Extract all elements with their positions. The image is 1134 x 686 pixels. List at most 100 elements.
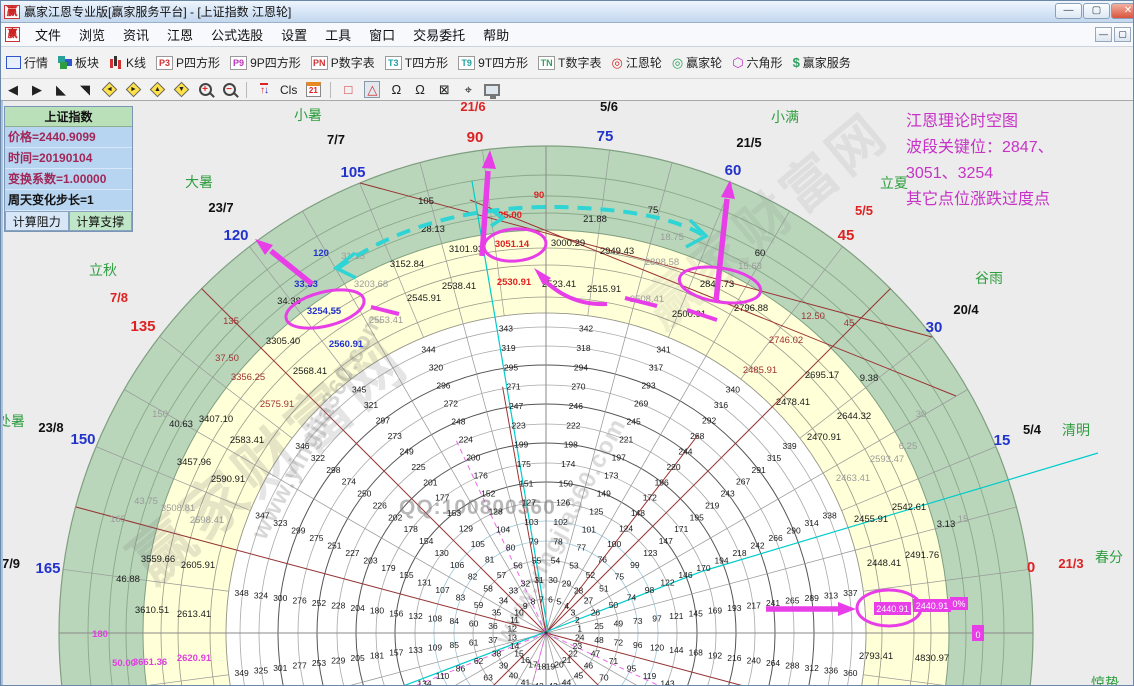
draw-tool-rect-tool[interactable]: □ xyxy=(340,81,356,98)
draw-tool-move-right[interactable]: ► xyxy=(125,81,141,98)
toolbar-button-p-table[interactable]: PNP数字表 xyxy=(311,54,375,71)
svg-text:196: 196 xyxy=(655,477,669,487)
calc-resistance-button[interactable]: 计算阻力 xyxy=(5,211,69,231)
svg-text:251: 251 xyxy=(327,540,341,550)
menu-item-工具[interactable]: 工具 xyxy=(316,23,360,46)
mdi-button-1[interactable]: ▢ xyxy=(1114,27,1131,42)
svg-text:77: 77 xyxy=(577,543,587,553)
svg-text:360: 360 xyxy=(843,668,857,678)
toolbar-button-quotes[interactable]: 行情 xyxy=(6,54,48,71)
toolbar-button-gann-wheel[interactable]: ◎江恩轮 xyxy=(611,54,661,71)
svg-text:143: 143 xyxy=(660,678,674,686)
svg-text:7/7: 7/7 xyxy=(327,132,345,147)
draw-tool-step-up[interactable]: ◣ xyxy=(53,81,69,98)
svg-text:3559.66: 3559.66 xyxy=(141,554,175,565)
svg-text:2620.91: 2620.91 xyxy=(177,653,212,664)
toolbar-button-winner-service[interactable]: $赢家服务 xyxy=(793,54,851,71)
draw-tool-page-left[interactable]: ◀ xyxy=(5,81,21,98)
svg-text:小暑: 小暑 xyxy=(294,107,322,123)
svg-text:21/6: 21/6 xyxy=(460,101,485,114)
maximize-button[interactable]: ▢ xyxy=(1083,3,1110,19)
draw-tool-cls[interactable]: Cls xyxy=(280,81,297,98)
toolbar-button-t-square[interactable]: T3T四方形 xyxy=(385,54,448,71)
sectors-label: 板块 xyxy=(75,54,99,71)
draw-tool-move-up[interactable]: ▲ xyxy=(149,81,165,98)
menu-item-交易委托[interactable]: 交易委托 xyxy=(404,23,474,46)
mdi-button-0[interactable]: — xyxy=(1095,27,1112,42)
draw-tool-center-tool[interactable]: ⌖ xyxy=(460,81,476,98)
menu-item-文件[interactable]: 文件 xyxy=(26,23,70,46)
toolbar-button-sectors[interactable]: 板块 xyxy=(58,54,99,71)
menu-item-浏览[interactable]: 浏览 xyxy=(70,23,114,46)
svg-text:2593.47: 2593.47 xyxy=(870,454,904,465)
draw-tool-page-right[interactable]: ▶ xyxy=(29,81,45,98)
svg-text:62: 62 xyxy=(474,656,484,666)
svg-text:0: 0 xyxy=(975,630,980,640)
svg-text:106: 106 xyxy=(450,560,464,570)
svg-text:337: 337 xyxy=(843,588,857,598)
gann-wheel-chart-area[interactable]: 赢家财富网赢家财富网www.yingjia360.comwww.yingjia3… xyxy=(1,101,1134,686)
svg-text:246: 246 xyxy=(569,401,583,411)
svg-text:2583.41: 2583.41 xyxy=(230,435,264,446)
svg-text:202: 202 xyxy=(388,512,402,522)
toolbar-button-kline[interactable]: K线 xyxy=(109,54,146,71)
gann-wheel-icon: ◎ xyxy=(611,56,622,70)
gann-theory-annotation: 江恩理论时空图 波段关键位：2847、 3051、3254 其它点位涨跌过度点 xyxy=(906,109,1131,213)
close-button[interactable]: ✕ xyxy=(1111,3,1134,19)
svg-text:5/5: 5/5 xyxy=(855,203,873,218)
menu-item-帮助[interactable]: 帮助 xyxy=(474,23,518,46)
draw-tool-move-left[interactable]: ◄ xyxy=(101,81,117,98)
toolbar-button-hexagon[interactable]: ⬡六角形 xyxy=(732,54,782,71)
svg-text:266: 266 xyxy=(768,533,782,543)
svg-text:156: 156 xyxy=(389,608,403,618)
svg-text:170: 170 xyxy=(696,563,710,573)
draw-tool-calendar[interactable]: 21 xyxy=(305,81,321,98)
draw-tool-zoom-in[interactable]: + xyxy=(197,81,213,98)
draw-tool-zoom-out[interactable]: − xyxy=(221,81,237,98)
toolbar-button-9p-square[interactable]: P99P四方形 xyxy=(230,54,301,71)
calc-support-button[interactable]: 计算支撑 xyxy=(69,211,133,231)
toolbar-button-9t-square[interactable]: T99T四方形 xyxy=(458,54,528,71)
svg-text:3.13: 3.13 xyxy=(937,519,956,530)
draw-tool-rotate-ccw[interactable]: Ω xyxy=(388,81,404,98)
svg-text:6.25: 6.25 xyxy=(899,441,918,452)
draw-tool-step-down[interactable]: ◥ xyxy=(77,81,93,98)
svg-text:53: 53 xyxy=(569,561,579,571)
draw-tool-triangle-tool[interactable]: △ xyxy=(364,81,380,98)
toolbar-button-p-square[interactable]: P3P四方形 xyxy=(156,54,220,71)
menu-item-设置[interactable]: 设置 xyxy=(272,23,316,46)
menu-item-窗口[interactable]: 窗口 xyxy=(360,23,404,46)
svg-text:38: 38 xyxy=(492,648,502,658)
svg-text:322: 322 xyxy=(311,453,325,463)
svg-text:181: 181 xyxy=(370,650,384,660)
svg-text:惊蛰: 惊蛰 xyxy=(1091,675,1119,686)
menu-item-公式选股[interactable]: 公式选股 xyxy=(202,23,272,46)
minimize-button[interactable]: — xyxy=(1055,3,1082,19)
svg-text:45: 45 xyxy=(574,670,584,680)
svg-text:289: 289 xyxy=(805,593,819,603)
svg-text:323: 323 xyxy=(273,518,287,528)
svg-text:3203.68: 3203.68 xyxy=(354,279,388,290)
toolbar-button-t-table[interactable]: TNT数字表 xyxy=(538,54,601,71)
draw-tool-move-down[interactable]: ▼ xyxy=(173,81,189,98)
9p-square-icon: P9 xyxy=(230,56,247,70)
draw-tool-rotate-cw[interactable]: Ω xyxy=(412,81,428,98)
toolbar-button-winner-wheel[interactable]: ◎赢家轮 xyxy=(672,54,722,71)
draw-tool-fit[interactable]: ⊠ xyxy=(436,81,452,98)
svg-text:58: 58 xyxy=(483,584,493,594)
draw-tool-sort[interactable]: ↑↓ xyxy=(256,81,272,98)
svg-text:154: 154 xyxy=(419,536,433,546)
draw-tool-screen[interactable] xyxy=(484,81,500,98)
svg-text:321: 321 xyxy=(364,400,378,410)
svg-text:5/4: 5/4 xyxy=(1023,422,1042,437)
svg-text:25: 25 xyxy=(594,621,604,631)
menu-item-江恩[interactable]: 江恩 xyxy=(158,23,202,46)
menu-item-资讯[interactable]: 资讯 xyxy=(114,23,158,46)
svg-text:120: 120 xyxy=(650,643,664,653)
svg-text:299: 299 xyxy=(291,525,305,535)
svg-text:100: 100 xyxy=(607,539,621,549)
svg-text:2542.61: 2542.61 xyxy=(892,502,926,513)
svg-text:99: 99 xyxy=(630,560,640,570)
svg-text:134: 134 xyxy=(417,678,431,686)
winner-service-icon: $ xyxy=(793,56,800,70)
